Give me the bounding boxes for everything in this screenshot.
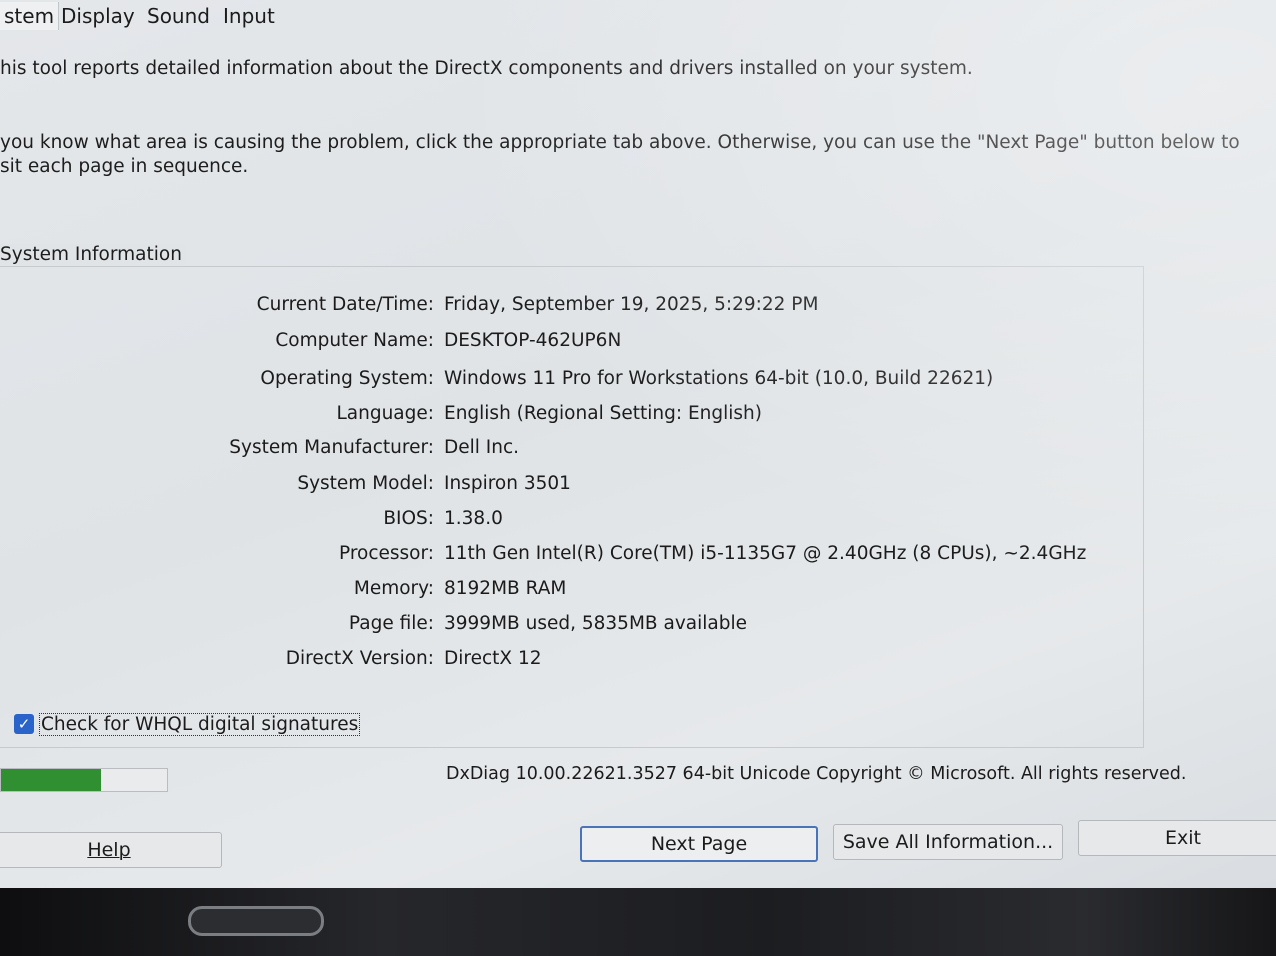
info-label: Page file: xyxy=(348,613,434,634)
info-value: Friday, September 19, 2025, 5:29:22 PM xyxy=(444,294,819,315)
progress-bar-fill xyxy=(1,769,101,791)
info-value: 8192MB RAM xyxy=(444,578,567,599)
info-label: Memory: xyxy=(353,578,434,599)
info-value: DirectX 12 xyxy=(444,648,542,669)
exit-button-label: Exit xyxy=(1165,827,1201,849)
info-value: 1.38.0 xyxy=(444,508,503,529)
info-label: Computer Name: xyxy=(275,330,434,351)
info-row-computer-name: Computer Name: DESKTOP-462UP6N xyxy=(0,330,1150,360)
copyright-text: DxDiag 10.00.22621.3527 64-bit Unicode C… xyxy=(446,764,1187,784)
intro-line-1: his tool reports detailed information ab… xyxy=(0,58,973,79)
help-button-label: Help xyxy=(87,839,131,861)
info-row-page-file: Page file: 3999MB used, 5835MB available xyxy=(0,613,1150,643)
info-row-datetime: Current Date/Time: Friday, September 19,… xyxy=(0,294,1150,324)
next-page-button[interactable]: Next Page xyxy=(580,826,818,862)
info-row-manufacturer: System Manufacturer: Dell Inc. xyxy=(0,437,1150,467)
tab-input[interactable]: Input xyxy=(219,2,279,30)
tab-system[interactable]: stem xyxy=(0,2,60,30)
info-value: DESKTOP-462UP6N xyxy=(444,330,622,351)
tab-display[interactable]: Display xyxy=(57,2,139,30)
next-page-button-label: Next Page xyxy=(650,833,748,855)
taskbar-pill xyxy=(188,906,324,936)
system-info-title: System Information xyxy=(0,244,186,265)
info-label: DirectX Version: xyxy=(285,648,434,669)
info-value: English (Regional Setting: English) xyxy=(444,403,762,424)
info-label: System Manufacturer: xyxy=(229,437,434,458)
info-label: Language: xyxy=(336,403,434,424)
info-row-memory: Memory: 8192MB RAM xyxy=(0,578,1150,608)
info-row-model: System Model: Inspiron 3501 xyxy=(0,473,1150,503)
dxdiag-window: stem Display Sound Input his tool report… xyxy=(0,0,1276,888)
info-label: BIOS: xyxy=(383,508,434,529)
info-row-processor: Processor: 11th Gen Intel(R) Core(TM) i5… xyxy=(0,543,1150,573)
info-row-os: Operating System: Windows 11 Pro for Wor… xyxy=(0,368,1150,398)
info-row-bios: BIOS: 1.38.0 xyxy=(0,508,1150,538)
info-value: Dell Inc. xyxy=(444,437,520,458)
tab-sound[interactable]: Sound xyxy=(143,2,214,30)
checkmark-icon: ✓ xyxy=(17,715,31,733)
info-row-language: Language: English (Regional Setting: Eng… xyxy=(0,403,1150,433)
info-label: Operating System: xyxy=(260,368,434,389)
tab-bar: stem Display Sound Input xyxy=(0,0,1276,40)
intro-line-2: you know what area is causing the proble… xyxy=(0,132,1240,153)
info-value: Windows 11 Pro for Workstations 64-bit (… xyxy=(444,368,994,389)
save-all-information-button[interactable]: Save All Information... xyxy=(833,824,1063,860)
info-label: Current Date/Time: xyxy=(256,294,434,315)
progress-bar xyxy=(0,768,168,792)
whql-checkbox[interactable]: ✓ xyxy=(14,714,34,734)
info-label: Processor: xyxy=(338,543,434,564)
info-value: 11th Gen Intel(R) Core(TM) i5-1135G7 @ 2… xyxy=(444,543,1087,564)
info-value: Inspiron 3501 xyxy=(444,473,571,494)
whql-checkbox-row[interactable]: ✓ Check for WHQL digital signatures xyxy=(14,710,361,738)
intro-line-3: sit each page in sequence. xyxy=(0,156,249,177)
help-button[interactable]: Help xyxy=(0,832,222,868)
info-row-directx-version: DirectX Version: DirectX 12 xyxy=(0,648,1150,678)
info-value: 3999MB used, 5835MB available xyxy=(444,613,747,634)
info-label: System Model: xyxy=(297,473,434,494)
save-all-button-label: Save All Information... xyxy=(842,831,1054,853)
whql-checkbox-label[interactable]: Check for WHQL digital signatures xyxy=(38,712,361,736)
exit-button[interactable]: Exit xyxy=(1078,820,1276,856)
